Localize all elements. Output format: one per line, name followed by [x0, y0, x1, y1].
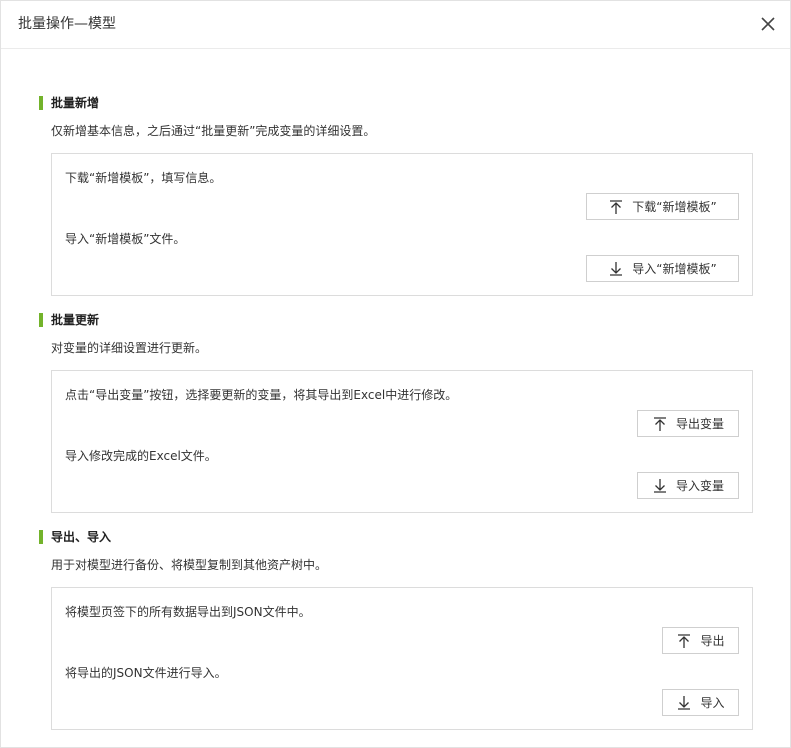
button-label: 导入“新增模板”: [632, 262, 717, 276]
download-arrow-icon: [652, 478, 668, 494]
batch-operation-dialog: 批量操作—模型 批量新增 仅新增基本信息，之后通过“批量更新”完成变量的详细设置…: [0, 0, 791, 748]
step-text: 将模型页签下的所有数据导出到JSON文件中。: [65, 605, 311, 619]
section-description: 仅新增基本信息，之后通过“批量更新”完成变量的详细设置。: [51, 124, 376, 138]
import-add-template-button[interactable]: 导入“新增模板”: [586, 255, 739, 282]
button-label: 导出: [700, 634, 725, 648]
section-box-batch-update: 点击“导出变量”按钮，选择要更新的变量，将其导出到Excel中进行修改。 导出变…: [51, 370, 753, 513]
step-text: 将导出的JSON文件进行导入。: [65, 666, 227, 680]
section-description: 用于对模型进行备份、将模型复制到其他资产树中。: [51, 558, 328, 572]
download-add-template-button[interactable]: 下载“新增模板”: [586, 193, 739, 220]
section-title-text: 批量更新: [51, 313, 100, 327]
section-accent-bar: [39, 313, 43, 327]
step-text: 导入修改完成的Excel文件。: [65, 449, 217, 463]
close-icon[interactable]: [758, 14, 778, 34]
section-box-export-import: 将模型页签下的所有数据导出到JSON文件中。 导出 将导出的JSON文件进行导入…: [51, 587, 753, 730]
download-arrow-icon: [676, 695, 692, 711]
section-accent-bar: [39, 530, 43, 544]
section-description: 对变量的详细设置进行更新。: [51, 341, 208, 355]
button-label: 导入变量: [675, 479, 724, 493]
import-button[interactable]: 导入: [662, 689, 739, 716]
dialog-header: 批量操作—模型: [1, 1, 790, 49]
step-text: 导入“新增模板”文件。: [65, 232, 186, 246]
section-accent-bar: [39, 96, 43, 110]
upload-arrow-icon: [652, 416, 668, 432]
button-label: 导出变量: [675, 417, 724, 431]
download-arrow-icon: [608, 261, 624, 277]
import-variables-button[interactable]: 导入变量: [637, 472, 739, 499]
button-label: 下载“新增模板”: [632, 200, 717, 214]
section-box-batch-add: 下载“新增模板”，填写信息。 下载“新增模板” 导入“新增模板”文件。 导入“新…: [51, 153, 753, 296]
step-text: 点击“导出变量”按钮，选择要更新的变量，将其导出到Excel中进行修改。: [65, 388, 458, 402]
dialog-title: 批量操作—模型: [18, 16, 116, 32]
section-title-text: 导出、导入: [51, 530, 112, 544]
button-label: 导入: [700, 696, 725, 710]
upload-arrow-icon: [676, 633, 692, 649]
step-text: 下载“新增模板”，填写信息。: [65, 171, 222, 185]
export-variables-button[interactable]: 导出变量: [637, 410, 739, 437]
upload-arrow-icon: [608, 199, 624, 215]
section-title-text: 批量新增: [51, 96, 100, 110]
export-button[interactable]: 导出: [662, 627, 739, 654]
